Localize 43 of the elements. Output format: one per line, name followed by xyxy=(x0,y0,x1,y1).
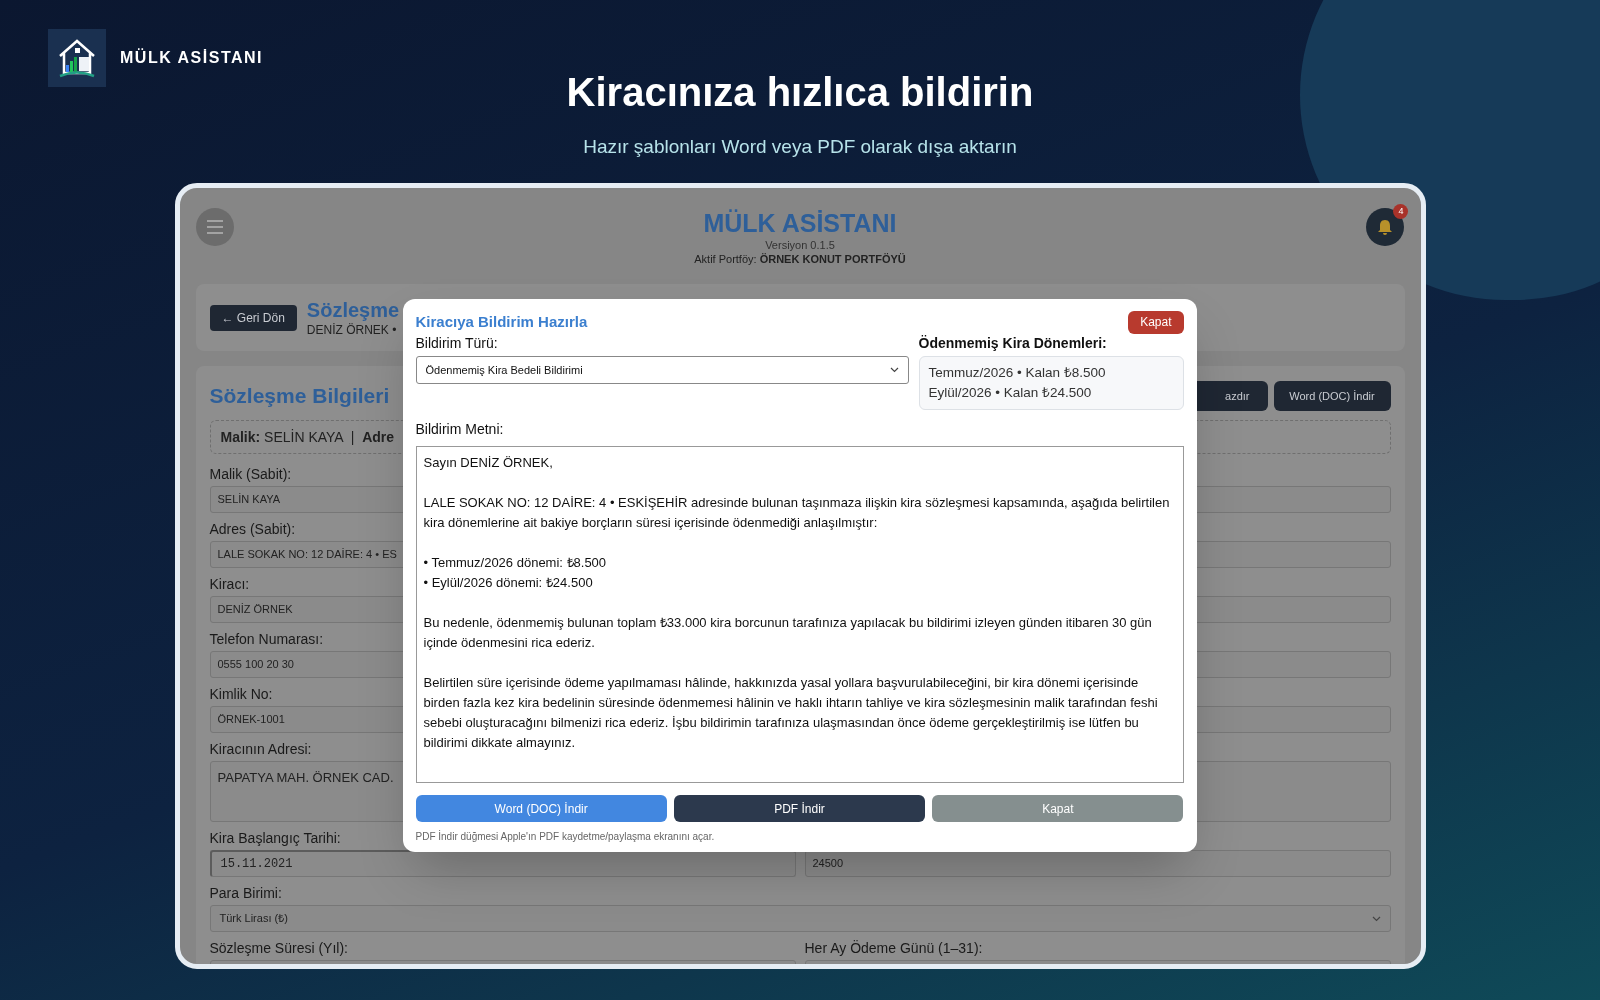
version-text: Versiyon 0.1.5 xyxy=(765,238,835,252)
note-text: PDF İndir düğmesi Apple'ın PDF kaydetme/paylaşma ekranını açar. xyxy=(415,829,715,844)
active-portfolio: Aktif Portföy: ÖRNEK KONUT PORTFÖYÜ xyxy=(694,252,906,267)
field-label: Sözleşme Süresi (Yıl): xyxy=(209,940,348,956)
section-title: Sözleşme Bilgileri xyxy=(209,383,390,410)
input-field[interactable]: 15.11.2021 xyxy=(209,850,796,877)
field-label: Ödenmemiş Kira Dönemleri: xyxy=(918,335,1108,352)
contract-subtitle: DENİZ ÖRNEK • xyxy=(306,323,398,338)
currency-select[interactable]: Türk Lirası (₺) xyxy=(209,905,1391,932)
word-download-button[interactable]: Word (DOC) İndir xyxy=(1273,381,1391,411)
hero-title: Kiracınıza hızlıca bildirin xyxy=(566,69,1034,116)
close-button[interactable]: Kapat xyxy=(1128,310,1184,334)
app-title: MÜLK ASİSTANI xyxy=(703,208,897,238)
field-label: Kimlik No: xyxy=(209,686,273,702)
period-item: Temmuz/2026 • Kalan ₺8.500 xyxy=(928,364,1107,382)
logo-icon xyxy=(48,29,106,87)
chevron-icon xyxy=(889,367,899,373)
hero-subtitle: Hazır şablonları Word veya PDF olarak dışa aktarın xyxy=(583,135,1017,159)
contract-title: Sözleşme xyxy=(306,298,400,323)
field-label: Adres (Sabit): xyxy=(209,521,296,537)
dialog-title: Kiracıya Bildirim Hazırla xyxy=(415,311,588,332)
field-label: Telefon Numarası: xyxy=(209,631,324,647)
bell-icon xyxy=(1377,218,1394,236)
notice-type-select[interactable]: Ödenmemiş Kira Bedeli Bildirimi xyxy=(415,356,909,384)
field-label: Her Ay Ödeme Günü (1–31): xyxy=(804,940,983,956)
chevron-icon xyxy=(1371,915,1381,922)
word-download-button[interactable]: Word (DOC) İndir xyxy=(415,795,667,822)
notification-button[interactable] xyxy=(1366,208,1405,246)
field-label: Kiracının Adresi: xyxy=(209,741,312,757)
summary-text: Malik: SELİN KAYA | Adre xyxy=(220,427,395,447)
notification-badge: 4 xyxy=(1393,204,1409,219)
pdf-download-button[interactable]: PDF İndir xyxy=(673,795,926,822)
notice-text-field[interactable]: Sayın DENİZ ÖRNEK, LALE SOKAK NO: 12 DAİRE: 4 • ESKİŞEHİR adresinde bulunan taşınmaza ilişkin kira sözleşmesi kapsamında, aşağıda belirtilen kira dönemlerine ait bakiye borçların süresi içerisinde ödenmediği anlaşılmıştır: • Temmuz/2026 dönemi: ₺8.500 • Eylül/2026 dönemi: ₺24.500 Bu nedenle, ödenmemiş bulunan toplam ₺33.000 kira borcunun tarafınıza yapılacak bu bildirimi izleyen günden itibaren 30 gün içinde ödenmesini rica ederiz. Belirtilen süre içerisinde ödeme yapılmaması hâlinde, hakkınızda yasal yollara başvurulabileceğini, bir kira dönemi içerisinde birden fazla kez kira bedelinin süresinde ödenmemesi hâlinin ve haklı ihtarın tahliye ve kira sözleşmesinin malik tarafından feshi sebebi oluşturacağını bilmenizi rica ederiz. İşbu bildirimin tarafınıza ulaşmasından önce ödeme gerçekleştirilmiş ise lütfen bu bildirimi dikkate almayınız. xyxy=(415,446,1184,783)
field-label: Kiracı: xyxy=(209,576,250,592)
field-label: Bildirim Metni: xyxy=(415,421,504,438)
back-button[interactable]: ← Geri Dön xyxy=(209,304,297,331)
field-label: Malik (Sabit): xyxy=(209,466,292,482)
field-label: Para Birimi: xyxy=(209,885,282,901)
period-item: Eylül/2026 • Kalan ₺24.500 xyxy=(928,384,1093,402)
field-label: Kira Başlangıç Tarihi: xyxy=(209,830,341,846)
field-label: Bildirim Türü: xyxy=(415,335,499,352)
input-field[interactable]: 24500 xyxy=(804,850,1391,877)
brand-name: MÜLK ASİSTANI xyxy=(120,47,264,68)
